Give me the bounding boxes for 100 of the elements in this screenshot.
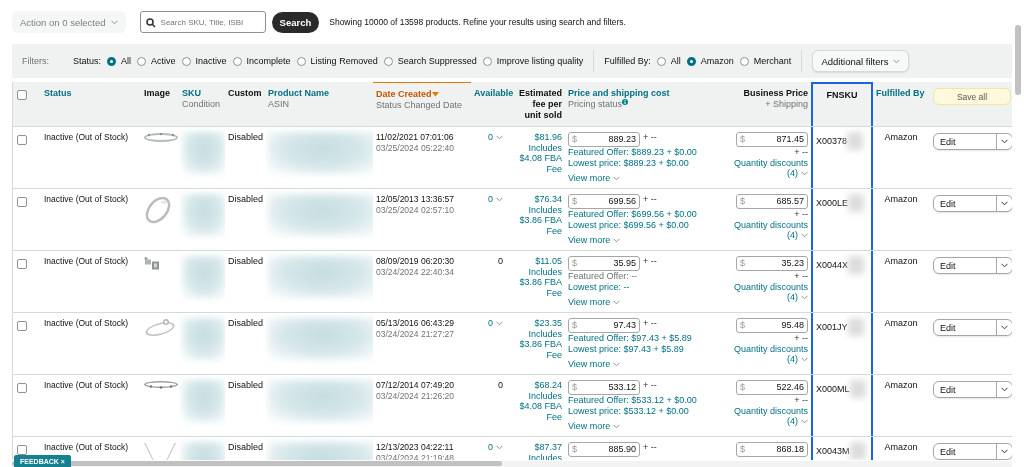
fee-text: $11.05	[535, 256, 562, 267]
column-header: Custom	[227, 87, 263, 100]
column-header[interactable]: Price and shipping cost Pricing status	[565, 82, 725, 126]
radio-option[interactable]: All	[107, 56, 132, 66]
shipping-text: + --	[643, 380, 657, 391]
custom-status: Disabled	[228, 442, 264, 453]
fee-text: Includes	[528, 266, 562, 277]
view-more-link[interactable]: View more	[568, 421, 621, 431]
featured-offer[interactable]: Featured Offer: $699.56 + $0.00	[568, 209, 697, 220]
discount-count-dropdown[interactable]: (4)	[787, 416, 808, 426]
view-more-link[interactable]: View more	[568, 359, 621, 369]
fee-text: Includes	[528, 452, 562, 460]
fulfilled-by-text: Amazon	[884, 442, 918, 453]
view-more-link[interactable]: View more	[568, 173, 621, 183]
chevron-icon	[1001, 387, 1008, 392]
featured-offer[interactable]: Featured Offer: $889.23 + $0.00	[568, 147, 697, 158]
row-checkbox[interactable]	[17, 383, 27, 393]
price-field[interactable]: $ 97.43	[568, 318, 640, 333]
caret-icon	[801, 356, 808, 362]
radio-option[interactable]: Active	[137, 56, 176, 66]
blurred-redaction	[848, 194, 865, 212]
lowest-price[interactable]: Lowest price: --	[568, 281, 630, 292]
row-checkbox[interactable]	[17, 135, 27, 145]
lowest-price[interactable]: Lowest price: $533.12 + $0.00	[568, 405, 689, 416]
discount-count-dropdown[interactable]: (4)	[787, 230, 808, 240]
available-dropdown[interactable]: 0	[488, 442, 503, 452]
view-more-link[interactable]: View more	[568, 297, 621, 307]
chevron-icon	[1001, 449, 1008, 454]
status-text: Inactive (Out of Stock)	[44, 442, 129, 453]
business-price-field[interactable]: $ 95.48	[736, 318, 808, 333]
row-checkbox[interactable]	[17, 197, 27, 207]
fee-text: $23.35	[534, 318, 562, 329]
quantity-discounts-link[interactable]: Quantity discounts	[733, 219, 808, 230]
row-checkbox[interactable]	[17, 259, 27, 269]
quantity-discounts-link[interactable]: Quantity discounts	[733, 281, 808, 292]
column-header[interactable]: Status	[41, 82, 141, 126]
search-button[interactable]: Search	[271, 11, 320, 33]
featured-offer[interactable]: Featured Offer: $533.12 + $0.00	[568, 395, 697, 406]
business-price-field[interactable]: $ 35.23	[736, 256, 808, 271]
price-field[interactable]: $ 885.90	[568, 442, 640, 457]
action-dropdown[interactable]: Action on 0 selected	[12, 11, 126, 33]
radio-option[interactable]: Listing Removed	[296, 56, 378, 66]
radio-option[interactable]: All	[656, 56, 681, 66]
featured-offer[interactable]: Featured Offer: $97.43 + $5.89	[568, 333, 692, 344]
price-field[interactable]: $ 533.12	[568, 380, 640, 395]
column-header[interactable]: SKU Condition	[179, 82, 225, 126]
date-created: 12/05/2013 13:36:57	[376, 194, 454, 205]
price-field[interactable]: $ 889.23	[568, 132, 640, 147]
fnsku-text: X001JY	[816, 321, 848, 333]
radio-option[interactable]: Search Suppressed	[383, 56, 477, 66]
quantity-discounts-link[interactable]: Quantity discounts	[733, 343, 808, 354]
available-dropdown[interactable]: 0	[488, 318, 503, 328]
shipping-text: + --	[643, 256, 657, 267]
business-price-field[interactable]: $ 685.57	[736, 194, 808, 209]
fnsku-text: X000ML	[816, 383, 850, 395]
radio-option[interactable]: Incomplete	[232, 56, 291, 66]
view-more-link[interactable]: View more	[568, 235, 621, 245]
available-dropdown[interactable]: 0	[488, 132, 503, 142]
column-header[interactable]: Product Name ASIN	[265, 82, 373, 126]
chevron-icon	[1001, 139, 1008, 144]
status-changed-date: 03/24/2024 21:27:27	[376, 328, 454, 339]
blurred-redaction	[847, 318, 864, 336]
save-all-button[interactable]: Save all	[933, 88, 1011, 105]
shipping-text: + --	[643, 442, 657, 453]
shipping-text: + --	[794, 395, 808, 406]
fulfilled-by-text: Amazon	[884, 132, 918, 143]
fee-text: $4.08 FBA	[519, 401, 562, 412]
search-field[interactable]: Search SKU, Title, ISBI	[139, 11, 266, 33]
available-dropdown[interactable]: 0	[488, 194, 503, 204]
lowest-price[interactable]: Lowest price: $699.56 + $0.00	[568, 219, 689, 230]
business-price-field[interactable]: $ 522.46	[736, 380, 808, 395]
quantity-discounts-link[interactable]: Quantity discounts	[733, 157, 808, 168]
horizontal-scrollbar[interactable]	[12, 461, 1012, 467]
status-changed-date: 03/24/2024 22:40:34	[376, 266, 454, 277]
quantity-discounts-link[interactable]: Quantity discounts	[733, 405, 808, 416]
discount-count-dropdown[interactable]: (4)	[787, 354, 808, 364]
discount-count-dropdown[interactable]: (4)	[787, 292, 808, 302]
fulfilled-by-text: Amazon	[884, 380, 918, 391]
caret-icon	[613, 175, 621, 181]
radio-option[interactable]: Improve listing quality	[482, 56, 584, 66]
radio-option[interactable]: Merchant	[739, 56, 792, 66]
discount-count-dropdown[interactable]: (4)	[787, 168, 808, 178]
additional-filters-button[interactable]: Additional filters	[812, 50, 910, 72]
lowest-price[interactable]: Lowest price: $97.43 + $5.89	[568, 343, 684, 354]
select-all-checkbox[interactable]	[17, 90, 27, 100]
fee-text: Fee	[546, 225, 562, 236]
fee-text: $68.24	[534, 380, 562, 391]
column-header[interactable]: Fulfilled By	[873, 82, 929, 126]
column-header[interactable]: Available	[471, 82, 513, 126]
business-price-field[interactable]: $ 871.45	[736, 132, 808, 147]
radio-option[interactable]: Amazon	[686, 56, 734, 66]
price-field[interactable]: $ 699.56	[568, 194, 640, 209]
blurred-redaction	[849, 380, 866, 398]
price-field[interactable]: $ 35.95	[568, 256, 640, 271]
business-price-field[interactable]: $ 868.18	[736, 442, 808, 457]
lowest-price[interactable]: Lowest price: $889.23 + $0.00	[568, 157, 689, 168]
row-checkbox[interactable]	[17, 321, 27, 331]
shipping-text: + --	[794, 271, 808, 282]
radio-option[interactable]: Inactive	[181, 56, 227, 66]
column-header[interactable]: Date Created Status Changed Date	[373, 82, 471, 126]
